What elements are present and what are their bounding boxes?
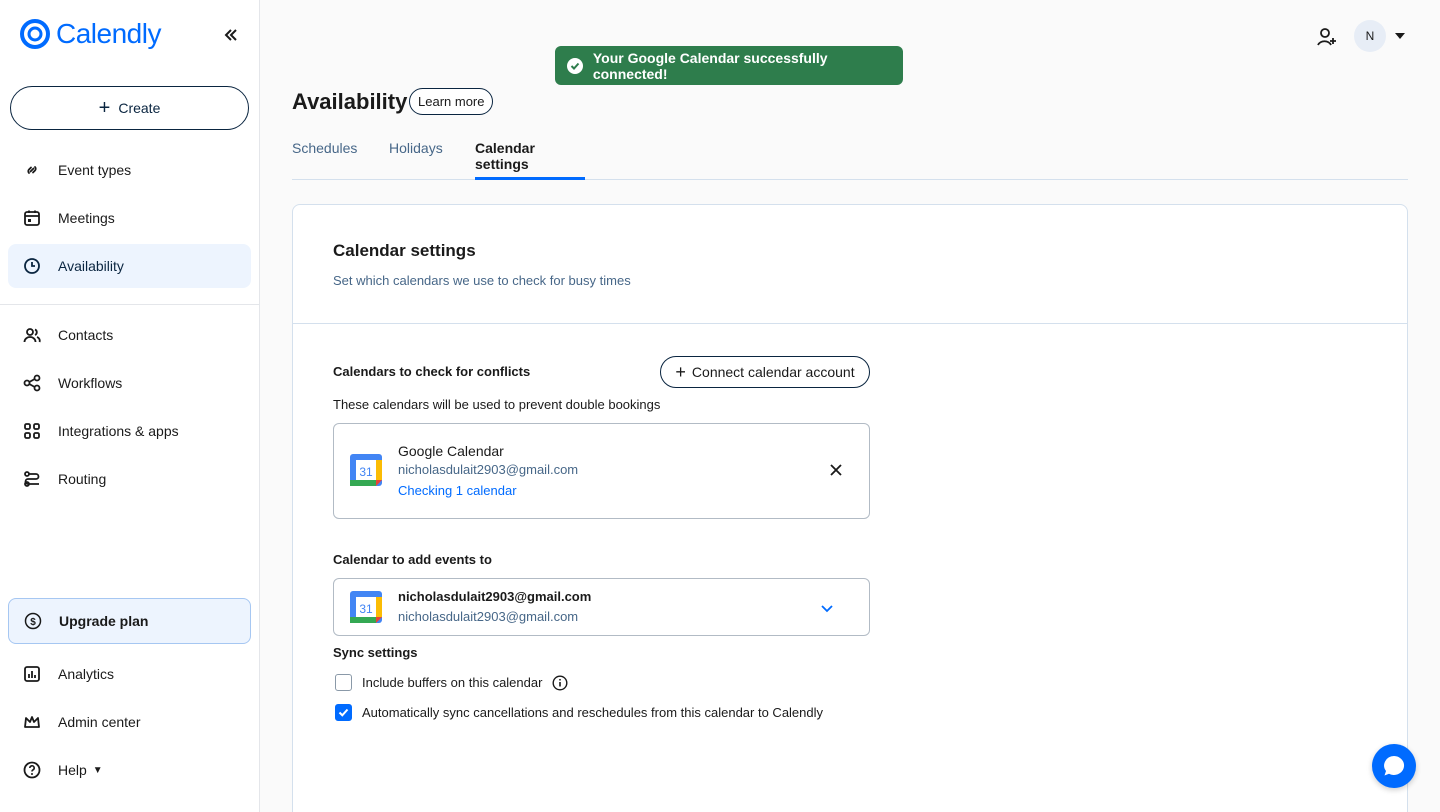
tabs-divider bbox=[292, 179, 1408, 180]
sidebar-item-integrations[interactable]: Integrations & apps bbox=[8, 409, 251, 453]
sidebar-item-meetings[interactable]: Meetings bbox=[8, 196, 251, 240]
crown-icon bbox=[22, 712, 42, 732]
sidebar-item-availability[interactable]: Availability bbox=[8, 244, 251, 288]
tab-holidays[interactable]: Holidays bbox=[389, 140, 443, 180]
svg-text:31: 31 bbox=[359, 465, 373, 479]
selected-calendar-title: nicholasdulait2903@gmail.com bbox=[398, 589, 592, 604]
card-title: Calendar settings bbox=[333, 241, 476, 260]
sidebar-item-label: Routing bbox=[58, 471, 107, 487]
connect-calendar-label: Connect calendar account bbox=[691, 364, 855, 380]
people-icon bbox=[22, 325, 42, 345]
sidebar-item-event-types[interactable]: Event types bbox=[8, 148, 251, 192]
tab-schedules[interactable]: Schedules bbox=[292, 140, 357, 180]
calendar-icon bbox=[22, 208, 42, 228]
create-label: Create bbox=[118, 100, 161, 116]
chat-button[interactable] bbox=[1372, 744, 1416, 788]
add-user-icon[interactable] bbox=[1316, 26, 1338, 48]
svg-text:$: $ bbox=[30, 617, 36, 628]
close-icon[interactable] bbox=[828, 462, 844, 478]
auto-sync-label: Automatically sync cancellations and res… bbox=[362, 705, 824, 720]
sidebar-divider bbox=[0, 304, 259, 305]
auto-sync-row: Automatically sync cancellations and res… bbox=[335, 704, 823, 721]
tab-calendar-settings[interactable]: Calendar settings bbox=[475, 140, 585, 180]
sync-settings-label: Sync settings bbox=[333, 645, 418, 660]
avatar[interactable]: N bbox=[1354, 20, 1386, 52]
dollar-icon: $ bbox=[23, 611, 43, 631]
sidebar-item-routing[interactable]: Routing bbox=[8, 457, 251, 501]
link-icon bbox=[22, 160, 42, 180]
google-calendar-icon: 31 bbox=[350, 591, 382, 623]
connect-calendar-button[interactable]: + Connect calendar account bbox=[660, 356, 870, 388]
sidebar-item-label: Event types bbox=[58, 162, 132, 178]
help-icon bbox=[22, 760, 42, 780]
logo-text: Calendly bbox=[56, 18, 161, 49]
sidebar-item-analytics[interactable]: Analytics bbox=[8, 652, 251, 696]
card-divider bbox=[293, 323, 1407, 324]
calendar-settings-card: Calendar settings Set which calendars we… bbox=[292, 204, 1408, 812]
sidebar-item-contacts[interactable]: Contacts bbox=[8, 313, 251, 357]
include-buffers-row: Include buffers on this calendar bbox=[335, 674, 568, 691]
info-icon[interactable] bbox=[552, 674, 568, 691]
sidebar-item-label: Availability bbox=[58, 258, 124, 274]
connected-calendar-card: 31 Google Calendar nicholasdulait2903@gm… bbox=[333, 423, 870, 519]
collapse-sidebar-icon[interactable] bbox=[220, 24, 242, 46]
upgrade-plan-label: Upgrade plan bbox=[59, 613, 149, 629]
checking-calendars-link[interactable]: Checking 1 calendar bbox=[398, 483, 517, 498]
chart-icon bbox=[22, 664, 42, 684]
calendly-logo[interactable]: Calendly bbox=[20, 18, 161, 50]
clock-icon bbox=[22, 256, 42, 276]
routing-icon bbox=[22, 469, 42, 489]
sidebar-item-workflows[interactable]: Workflows bbox=[8, 361, 251, 405]
caret-down-icon: ▼ bbox=[92, 764, 103, 776]
calendar-provider: Google Calendar bbox=[398, 443, 504, 459]
selected-calendar-email: nicholasdulait2903@gmail.com bbox=[398, 609, 579, 624]
learn-more-button[interactable]: Learn more bbox=[409, 88, 494, 115]
toast-message: Your Google Calendar successfully connec… bbox=[592, 49, 828, 82]
grid-icon bbox=[22, 421, 42, 441]
success-toast: Your Google Calendar successfully connec… bbox=[555, 46, 903, 85]
chevron-down-icon bbox=[821, 605, 833, 613]
sidebar-item-label: Help bbox=[58, 762, 87, 778]
include-buffers-label: Include buffers on this calendar bbox=[362, 675, 543, 690]
sidebar-item-label: Analytics bbox=[58, 666, 115, 682]
plus-icon: + bbox=[675, 362, 686, 382]
auto-sync-checkbox[interactable] bbox=[335, 704, 352, 721]
sidebar-item-label: Contacts bbox=[58, 327, 114, 343]
add-events-label: Calendar to add events to bbox=[333, 552, 492, 567]
create-button[interactable]: + Create bbox=[10, 86, 249, 130]
sidebar: Calendly + Create Event types Meetings A… bbox=[0, 0, 260, 812]
card-subtitle: Set which calendars we use to check for … bbox=[333, 273, 631, 288]
conflicts-description: These calendars will be used to prevent … bbox=[333, 397, 661, 412]
add-events-calendar-select[interactable]: 31 nicholasdulait2903@gmail.com nicholas… bbox=[333, 578, 870, 636]
svg-text:31: 31 bbox=[359, 602, 373, 616]
sidebar-item-help[interactable]: Help ▼ bbox=[8, 748, 251, 792]
include-buffers-checkbox[interactable] bbox=[335, 674, 352, 691]
sidebar-item-label: Workflows bbox=[58, 375, 123, 391]
workflow-icon bbox=[22, 373, 42, 393]
chat-bubble-icon bbox=[1384, 755, 1405, 776]
avatar-initial: N bbox=[1365, 29, 1375, 43]
plus-icon: + bbox=[98, 97, 111, 119]
conflicts-label: Calendars to check for conflicts bbox=[333, 364, 531, 379]
upgrade-plan-button[interactable]: $ Upgrade plan bbox=[8, 598, 251, 644]
check-circle-icon bbox=[567, 57, 583, 74]
caret-down-icon[interactable] bbox=[1394, 30, 1406, 42]
calendly-logo-icon bbox=[20, 19, 50, 49]
sidebar-item-admin-center[interactable]: Admin center bbox=[8, 700, 251, 744]
google-calendar-icon: 31 bbox=[350, 454, 382, 486]
page-title: Availability bbox=[292, 89, 408, 114]
sidebar-item-label: Meetings bbox=[58, 210, 115, 226]
sidebar-item-label: Admin center bbox=[58, 714, 141, 730]
calendar-email: nicholasdulait2903@gmail.com bbox=[398, 462, 579, 477]
sidebar-item-label: Integrations & apps bbox=[58, 423, 179, 439]
